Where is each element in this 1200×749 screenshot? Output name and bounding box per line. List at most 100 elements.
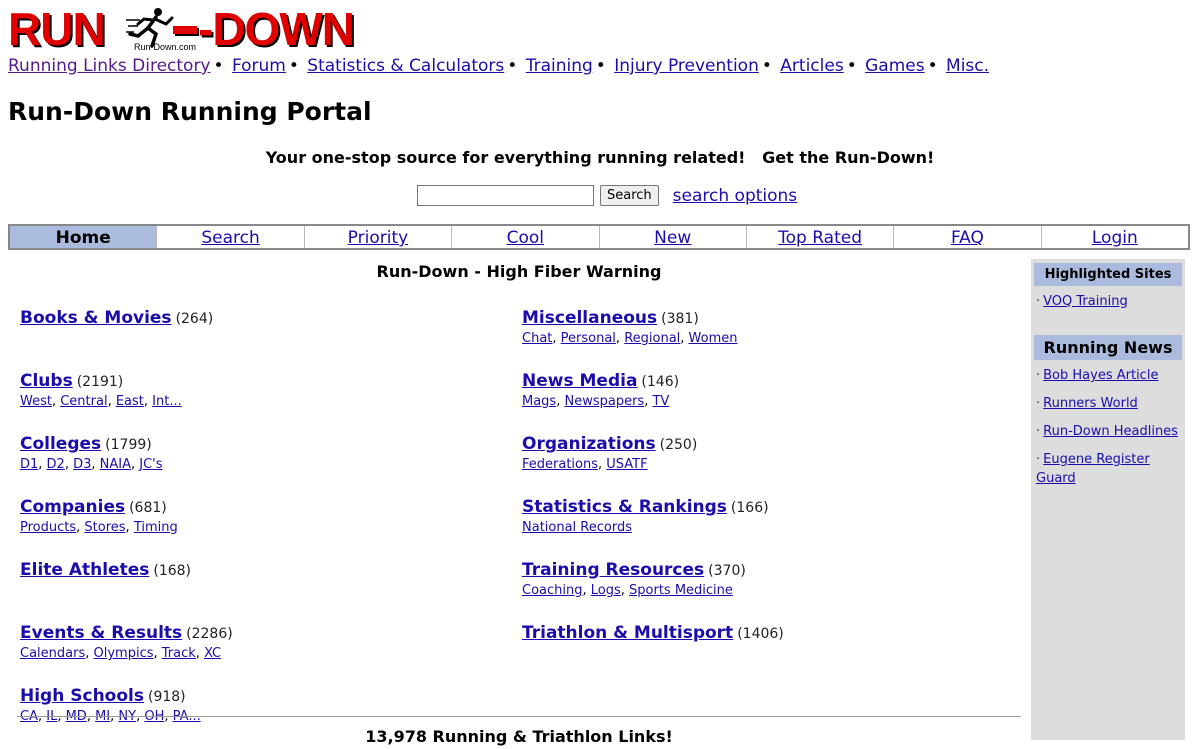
category-link-events-results[interactable]: Events & Results [20, 623, 182, 643]
subcategory-link-int[interactable]: Int... [152, 394, 182, 409]
nav-statistics-calculators[interactable]: Statistics & Calculators [307, 56, 504, 76]
tab-faq[interactable]: FAQ [894, 226, 1042, 248]
category-count: (166) [730, 500, 769, 516]
tab-cool[interactable]: Cool [452, 226, 600, 248]
category-block: Companies (681) Products, Stores, Timing [20, 497, 233, 560]
subcategory-link-olympics[interactable]: Olympics [94, 646, 154, 661]
subcategory-link-regional[interactable]: Regional [624, 331, 680, 346]
subcategory-link-east[interactable]: East [116, 394, 144, 409]
subcategory-link-d1[interactable]: D1 [20, 457, 38, 472]
nav-running-links-directory[interactable]: Running Links Directory [8, 56, 211, 76]
subcategory-list: D1, D2, D3, NAIA, JC's [20, 457, 163, 472]
category-block: News Media (146) Mags, Newspapers, TV [522, 371, 784, 434]
nav-training[interactable]: Training [526, 56, 593, 76]
subcategory-link-federations[interactable]: Federations [522, 457, 598, 472]
subcategory-link-mags[interactable]: Mags [522, 394, 556, 409]
category-count: (2191) [76, 374, 124, 390]
subcategory-link-women[interactable]: Women [689, 331, 738, 346]
nav-separator: • [761, 56, 772, 76]
nav-injury-prevention[interactable]: Injury Prevention [614, 56, 759, 76]
tab-search[interactable]: Search [157, 226, 305, 248]
subcategory-link-track[interactable]: Track [162, 646, 196, 661]
category-count: (381) [661, 311, 699, 327]
tab-login[interactable]: Login [1042, 226, 1188, 248]
category-count: (264) [175, 311, 214, 327]
subcategory-link-d3[interactable]: D3 [73, 457, 91, 472]
subcategory-link-west[interactable]: West [20, 394, 52, 409]
tagline: Your one-stop source for everything runn… [265, 148, 935, 167]
nav-games[interactable]: Games [865, 56, 924, 76]
sidebar-link-run-down-headlines[interactable]: Run-Down Headlines [1043, 424, 1178, 439]
search-input[interactable] [417, 185, 594, 206]
site-logo[interactable]: RUN -DOWN Run-Down.com [8, 4, 364, 54]
tab-new[interactable]: New [600, 226, 747, 248]
search-form: Search search options [417, 185, 797, 206]
running-news-list: · Bob Hayes Article · Runners World · Run-Dow… [1031, 360, 1185, 488]
category-block: Statistics & Rankings (166) National Recor… [522, 497, 784, 560]
category-link-training-resources[interactable]: Training Resources [522, 560, 704, 580]
sidebar-link-bob-hayes-article[interactable]: Bob Hayes Article [1043, 368, 1158, 383]
nav-separator: • [288, 56, 299, 76]
sidebar-link-runners-world[interactable]: Runners World [1043, 396, 1138, 411]
nav-articles[interactable]: Articles [780, 56, 843, 76]
category-block: Colleges (1799) D1, D2, D3, NAIA, JC's [20, 434, 233, 497]
subcategory-list: West, Central, East, Int... [20, 394, 182, 409]
category-count: (146) [641, 374, 680, 390]
category-count: (168) [153, 563, 192, 579]
subcategory-link-jc-s[interactable]: JC's [139, 457, 162, 472]
subcategory-link-timing[interactable]: Timing [134, 520, 178, 535]
sidebar-item: · Bob Hayes Article [1036, 366, 1181, 385]
category-link-statistics-rankings[interactable]: Statistics & Rankings [522, 497, 727, 517]
subcategory-link-calendars[interactable]: Calendars [20, 646, 85, 661]
subcategory-list: Coaching, Logs, Sports Medicine [522, 583, 733, 598]
category-column-left: Books & Movies (264) Clubs (2191) West, Cent… [20, 308, 233, 749]
subcategory-link-national-records[interactable]: National Records [522, 520, 632, 535]
subcategory-link-tv[interactable]: TV [652, 394, 669, 409]
nav-forum[interactable]: Forum [232, 56, 286, 76]
search-button[interactable]: Search [600, 185, 659, 206]
category-link-high-schools[interactable]: High Schools [20, 686, 144, 706]
category-link-clubs[interactable]: Clubs [20, 371, 73, 391]
category-count: (2286) [186, 626, 233, 642]
sidebar-link-voq-training[interactable]: VOQ Training [1043, 294, 1128, 309]
bullet-icon: · [1036, 368, 1041, 383]
category-link-triathlon-multisport[interactable]: Triathlon & Multisport [522, 623, 733, 643]
logo-dash [173, 26, 197, 34]
highlighted-sites-heading: Highlighted Sites [1034, 263, 1182, 286]
subcategory-link-personal[interactable]: Personal [561, 331, 616, 346]
category-count: (681) [129, 500, 167, 516]
sidebar-item: · VOQ Training [1036, 292, 1181, 311]
subcategory-link-sports-medicine[interactable]: Sports Medicine [629, 583, 733, 598]
bullet-icon: · [1036, 396, 1041, 411]
tab-priority[interactable]: Priority [305, 226, 453, 248]
sidebar-link-eugene-register-guard[interactable]: Eugene Register Guard [1036, 452, 1150, 486]
tab-home[interactable]: Home [10, 226, 158, 248]
bullet-icon: · [1036, 452, 1041, 467]
nav-misc[interactable]: Misc. [946, 56, 989, 76]
category-link-companies[interactable]: Companies [20, 497, 125, 517]
category-link-miscellaneous[interactable]: Miscellaneous [522, 308, 657, 328]
subcategory-link-newspapers[interactable]: Newspapers [564, 394, 644, 409]
subcategory-link-naia[interactable]: NAIA [100, 457, 131, 472]
subcategory-link-stores[interactable]: Stores [84, 520, 125, 535]
category-block: Elite Athletes (168) [20, 560, 233, 623]
category-link-elite-athletes[interactable]: Elite Athletes [20, 560, 149, 580]
category-count: (250) [659, 437, 698, 453]
subcategory-link-products[interactable]: Products [20, 520, 76, 535]
search-options-link[interactable]: search options [673, 186, 798, 206]
category-block: Training Resources (370) Coaching, Logs, S… [522, 560, 784, 623]
tab-top-rated[interactable]: Top Rated [747, 226, 895, 248]
subcategory-link-d2[interactable]: D2 [47, 457, 65, 472]
subcategory-link-central[interactable]: Central [60, 394, 107, 409]
subcategory-link-chat[interactable]: Chat [522, 331, 552, 346]
divider [17, 716, 1021, 717]
logo-run-word: RUN [8, 3, 106, 55]
subcategory-link-logs[interactable]: Logs [591, 583, 621, 598]
subcategory-link-xc[interactable]: XC [204, 646, 221, 661]
category-link-colleges[interactable]: Colleges [20, 434, 101, 454]
subcategory-link-coaching[interactable]: Coaching [522, 583, 583, 598]
subcategory-link-usatf[interactable]: USATF [606, 457, 647, 472]
category-link-books-movies[interactable]: Books & Movies [20, 308, 172, 328]
category-link-news-media[interactable]: News Media [522, 371, 637, 391]
category-link-organizations[interactable]: Organizations [522, 434, 656, 454]
